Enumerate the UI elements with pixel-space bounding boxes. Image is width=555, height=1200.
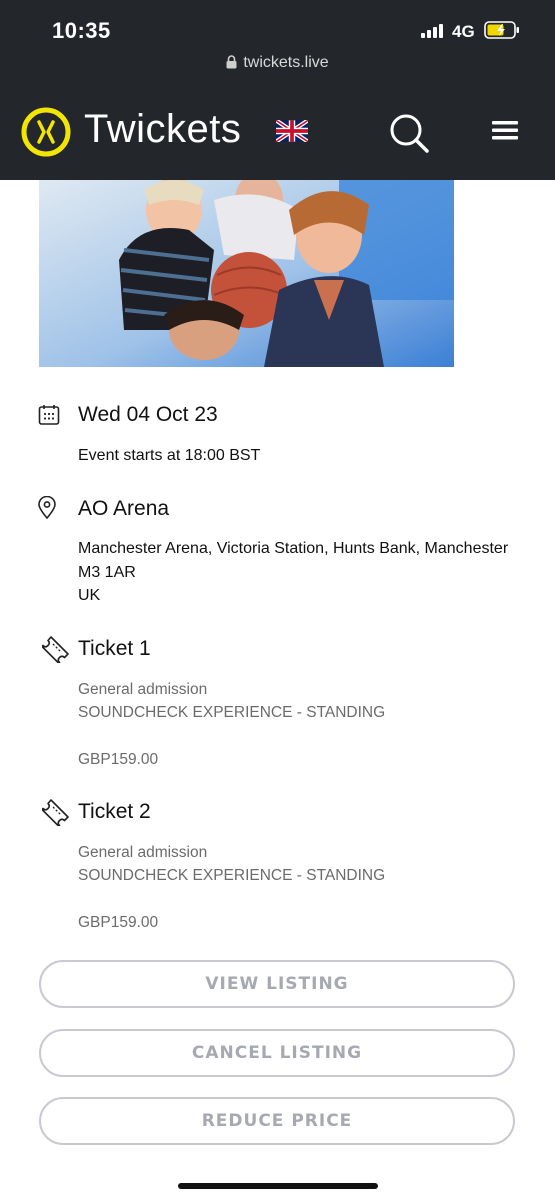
ticket-1-price: GBP159.00 [78,751,159,768]
venue-address-line1: Manchester Arena, Victoria Station, Hunt… [78,540,509,557]
ticket-icon [42,636,69,663]
ticket-1-title: Ticket 1 [78,637,151,660]
ticket-1-type: SOUNDCHECK EXPERIENCE - STANDING [78,704,386,721]
status-time: 10:35 [52,18,111,43]
reduce-price-button[interactable]: REDUCE PRICE [39,1097,515,1145]
network-type: 4G [452,22,475,41]
event-start-time: Event starts at 18:00 BST [78,447,261,464]
status-bar: 10:35 4G [0,0,555,48]
url-text: twickets.live [243,54,329,71]
brand-name[interactable]: Twickets [84,107,241,152]
ticket-2-admission: General admission [78,844,208,861]
uk-flag-icon[interactable] [276,120,308,142]
site-header: Twickets [0,80,555,180]
ticket-1-admission: General admission [78,681,208,698]
venue-address-line2: M3 1AR [78,564,136,581]
view-listing-button[interactable]: VIEW LISTING [39,960,515,1008]
location-pin-icon [38,496,56,520]
browser-address-bar[interactable]: twickets.live [0,48,555,80]
calendar-icon [38,405,60,425]
home-indicator[interactable] [178,1183,378,1189]
ticket-2-title: Ticket 2 [78,800,151,823]
venue-address-line3: UK [78,587,101,604]
battery-charging-icon [484,21,519,39]
signal-strength-icon [421,24,443,38]
ticket-icon [42,799,69,826]
cancel-listing-button[interactable]: CANCEL LISTING [39,1029,515,1077]
event-image [39,180,454,367]
ticket-2-type: SOUNDCHECK EXPERIENCE - STANDING [78,867,386,884]
twickets-logo-icon[interactable] [20,106,72,158]
venue-name: AO Arena [78,497,170,520]
search-icon[interactable] [388,112,430,154]
event-date: Wed 04 Oct 23 [78,403,218,426]
ticket-2-price: GBP159.00 [78,914,159,931]
hamburger-menu-icon[interactable] [492,121,520,141]
lock-icon [226,55,237,69]
